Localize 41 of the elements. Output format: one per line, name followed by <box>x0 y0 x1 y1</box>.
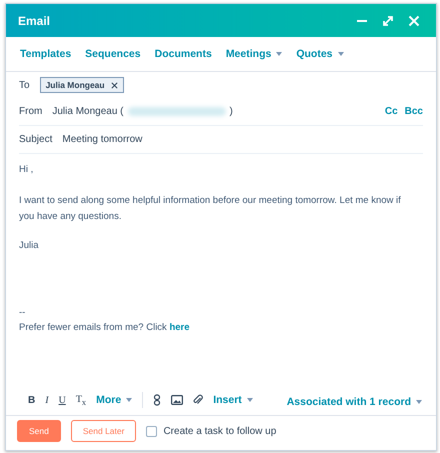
format-button[interactable]: U <box>58 394 66 406</box>
toolbar-link[interactable]: Meetings <box>226 48 282 60</box>
bcc-link[interactable]: Bcc <box>404 106 423 117</box>
format-button[interactable]: B <box>28 394 36 406</box>
from-label: From <box>19 106 42 117</box>
greeting-text: Hi , <box>19 164 34 175</box>
caret-icon <box>126 398 132 402</box>
subject-label: Subject <box>19 134 52 145</box>
send-button[interactable]: Send <box>17 420 61 442</box>
subject-field[interactable]: Meeting tomorrow <box>62 134 142 145</box>
sender-paren: ) <box>230 106 233 117</box>
recipient-chip[interactable]: Julia Mongeau <box>40 77 124 93</box>
caret-icon <box>338 52 344 56</box>
unsubscribe-link[interactable]: here <box>169 322 190 333</box>
format-button[interactable]: T$_{x}$ <box>76 394 86 406</box>
signoff-text: Julia <box>19 240 40 251</box>
body-paragraph: I want to send along some helpful information before our meeting tomorrow. Let me know if you have any questions. <box>19 194 402 224</box>
to-label: To <box>19 80 30 90</box>
link-icon[interactable] <box>153 394 162 406</box>
task-label[interactable]: Create a task to follow up <box>163 426 276 436</box>
remove-icon[interactable] <box>110 82 118 88</box>
image-icon[interactable] <box>171 395 184 405</box>
window-title: Email <box>18 14 50 28</box>
signature-separator: -- <box>19 307 26 318</box>
unsubscribe-text: Prefer fewer emails from me? Click here <box>19 322 191 333</box>
send-later-button[interactable]: Send Later <box>70 420 136 442</box>
toolbar-link[interactable]: Sequences <box>85 48 141 60</box>
paperclip-icon[interactable] <box>193 394 204 406</box>
associated-dropdown[interactable]: Associated with 1 record <box>286 396 422 408</box>
format-button[interactable]: I <box>45 394 49 406</box>
toolbar-link[interactable]: Templates <box>20 48 72 60</box>
insert-dropdown[interactable]: Insert <box>213 394 253 406</box>
toolbar-link[interactable]: Documents <box>154 48 212 60</box>
sender-name[interactable]: Julia Mongeau ( <box>52 106 124 117</box>
more-dropdown[interactable]: More <box>96 394 132 406</box>
caret-icon <box>276 52 282 56</box>
caret-icon <box>416 400 422 404</box>
toolbar-link[interactable]: Quotes <box>296 48 344 60</box>
cc-link[interactable]: Cc <box>384 106 398 117</box>
caret-icon <box>246 398 253 402</box>
task-checkbox[interactable] <box>146 426 158 436</box>
